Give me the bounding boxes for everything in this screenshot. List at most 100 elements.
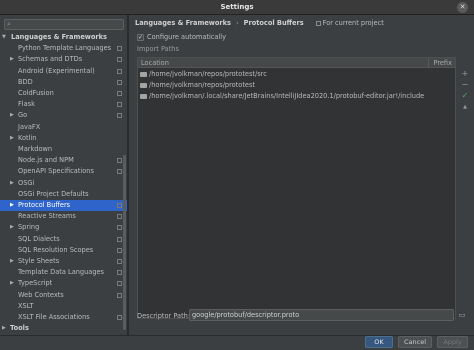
protocol-buffers-panel: Languages & Frameworks › Protocol Buffers F… <box>129 15 474 335</box>
sidebar-item-label: Schemas and DTDs <box>18 55 83 64</box>
ok-button[interactable]: OK <box>365 336 393 348</box>
project-scope-icon <box>117 270 122 276</box>
project-scope-icon <box>117 292 122 298</box>
configure-automatically-row[interactable]: ✓ Configure automatically <box>137 33 226 41</box>
project-scope-icon <box>117 247 122 253</box>
project-scope-icon <box>117 113 122 119</box>
chevron-right-icon[interactable]: ▶ <box>10 133 14 144</box>
check-icon[interactable]: ✓ <box>460 91 470 101</box>
import-paths-label: Import Paths <box>137 45 179 53</box>
prefix-column-header[interactable]: Prefix <box>433 59 452 67</box>
sidebar-item-sql-resolution-scopes[interactable]: SQL Resolution Scopes <box>0 245 127 256</box>
sidebar-item-tools[interactable]: ▶ Tools <box>0 323 127 334</box>
project-scope-icon <box>117 315 122 320</box>
sidebar-item-label: Node.js and NPM <box>18 156 74 165</box>
chevron-down-icon[interactable]: ▼ <box>2 32 6 43</box>
sidebar-item-languages-frameworks[interactable]: ▼ Languages & Frameworks <box>0 32 127 43</box>
sidebar-item-reactive-streams[interactable]: Reactive Streams <box>0 211 127 222</box>
sidebar-item-label: TypeScript <box>18 279 53 288</box>
sidebar-item-typescript[interactable]: ▶ TypeScript <box>0 278 127 289</box>
remove-path-button[interactable]: − <box>460 80 470 90</box>
sidebar-item-node-js-and-npm[interactable]: Node.js and NPM <box>0 155 127 166</box>
sidebar-item-coldfusion[interactable]: ColdFusion <box>0 88 127 99</box>
chevron-right-icon[interactable]: ▶ <box>2 323 6 334</box>
settings-search-input[interactable]: ⌕ <box>4 19 124 30</box>
chevron-right-icon[interactable]: ▶ <box>10 54 14 65</box>
sidebar-item-spring[interactable]: ▶ Spring <box>0 222 127 233</box>
project-scope-icon <box>117 46 122 52</box>
folder-icon <box>140 93 147 99</box>
sidebar-item-schemas-and-dtds[interactable]: ▶ Schemas and DTDs <box>0 54 127 65</box>
folder-icon <box>140 71 147 77</box>
sidebar-item-flask[interactable]: Flask <box>0 99 127 110</box>
project-scope-icon <box>117 169 122 175</box>
column-divider <box>428 58 429 68</box>
sidebar-item-android-experimental[interactable]: Android (Experimental) <box>0 66 127 77</box>
project-scope-label: For current project <box>322 19 384 27</box>
sidebar-item-label: Protocol Buffers <box>18 201 71 209</box>
chevron-right-icon[interactable]: ▶ <box>10 222 14 233</box>
configure-automatically-label: Configure automatically <box>147 33 227 41</box>
add-path-button[interactable]: + <box>460 69 470 79</box>
chevron-right-icon[interactable]: ▶ <box>10 110 14 121</box>
sidebar-item-label: Reactive Streams <box>18 212 76 221</box>
sidebar-item-javafx[interactable]: JavaFX <box>0 122 127 133</box>
project-scope-icon <box>117 102 122 108</box>
project-scope-icon <box>117 57 122 63</box>
project-scope-icon <box>117 281 122 287</box>
sidebar-item-label: Template Data Languages <box>18 268 104 277</box>
sidebar-item-xslt[interactable]: XSLT <box>0 301 127 312</box>
sidebar-item-label: SQL Resolution Scopes <box>18 245 94 254</box>
move-up-button[interactable]: ▲ <box>460 102 470 112</box>
table-row[interactable]: /home/jvolkman/repos/prototest <box>138 80 455 90</box>
sidebar-item-web-contexts[interactable]: Web Contexts <box>0 290 127 301</box>
configure-automatically-checkbox[interactable]: ✓ <box>137 33 144 41</box>
sidebar-item-label: ColdFusion <box>18 89 54 97</box>
sidebar-item-bdd[interactable]: BDD <box>0 77 127 88</box>
project-scope-icon <box>117 236 122 242</box>
sidebar-item-osgi[interactable]: ▶ OSGi <box>0 178 127 189</box>
sidebar-item-style-sheets[interactable]: ▶ Style Sheets <box>0 256 127 267</box>
sidebar-item-label: SQL Dialects <box>18 234 60 243</box>
close-window-button[interactable]: ✕ <box>457 2 468 13</box>
import-paths-toolbar: + − ✓ ▲ <box>459 57 471 117</box>
import-path-cell: /home/jvolkman/repos/prototest/src <box>149 70 267 78</box>
sidebar-item-kotlin[interactable]: ▶ Kotlin <box>0 133 127 144</box>
sidebar-item-label: Android (Experimental) <box>18 66 95 75</box>
sidebar-item-label: Languages & Frameworks <box>11 33 107 41</box>
sidebar-item-osgi-project-defaults[interactable]: OSGi Project Defaults <box>0 189 127 200</box>
apply-button[interactable]: Apply <box>437 336 468 348</box>
project-scope-icon <box>117 91 122 96</box>
folder-icon <box>140 82 147 88</box>
table-row[interactable]: /home/jvolkman/.local/share/JetBrains/In… <box>138 91 455 101</box>
sidebar-item-openapi-specifications[interactable]: OpenAPI Specifications <box>0 166 127 177</box>
table-row[interactable]: /home/jvolkman/repos/prototest/src <box>138 69 455 79</box>
chevron-right-icon[interactable]: ▶ <box>10 200 14 211</box>
chevron-right-icon[interactable]: ▶ <box>10 178 14 189</box>
project-scope-icon <box>117 259 122 264</box>
location-column-header[interactable]: Location <box>141 59 169 67</box>
chevron-right-icon[interactable]: ▶ <box>10 256 14 267</box>
descriptor-path-input[interactable]: google/protobuf/descriptor.proto <box>189 309 454 321</box>
chevron-right-icon[interactable]: ▶ <box>10 278 14 289</box>
sidebar-item-protocol-buffers[interactable]: ▶ Protocol Buffers <box>0 200 127 211</box>
search-icon: ⌕ <box>7 20 11 28</box>
project-scope-icon <box>117 158 122 164</box>
breadcrumb-parent[interactable]: Languages & Frameworks <box>135 19 231 27</box>
breadcrumb-separator: › <box>235 19 239 27</box>
sidebar-item-sql-dialects[interactable]: SQL Dialects <box>0 234 127 245</box>
browse-folder-icon[interactable]: ▭ <box>457 310 467 320</box>
sidebar-item-xslt-file-associations[interactable]: XSLT File Associations <box>0 312 127 323</box>
sidebar-item-python-template-languages[interactable]: Python Template Languages <box>0 43 127 54</box>
sidebar-item-template-data-languages[interactable]: Template Data Languages <box>0 267 127 278</box>
sidebar-item-markdown[interactable]: Markdown <box>0 144 127 155</box>
cancel-button[interactable]: Cancel <box>398 336 432 348</box>
import-path-cell: /home/jvolkman/.local/share/JetBrains/In… <box>149 92 425 100</box>
sidebar-item-label: Markdown <box>18 145 53 153</box>
sidebar-scrollbar[interactable] <box>123 155 126 330</box>
import-path-cell: /home/jvolkman/repos/prototest <box>149 81 255 89</box>
sidebar-item-label: OSGi Project Defaults <box>18 189 89 198</box>
sidebar-item-go[interactable]: ▶ Go <box>0 110 127 121</box>
settings-sidebar: ⌕ ▼ Languages & Frameworks Python Template… <box>0 15 128 335</box>
sidebar-item-label: JavaFX <box>18 122 41 131</box>
